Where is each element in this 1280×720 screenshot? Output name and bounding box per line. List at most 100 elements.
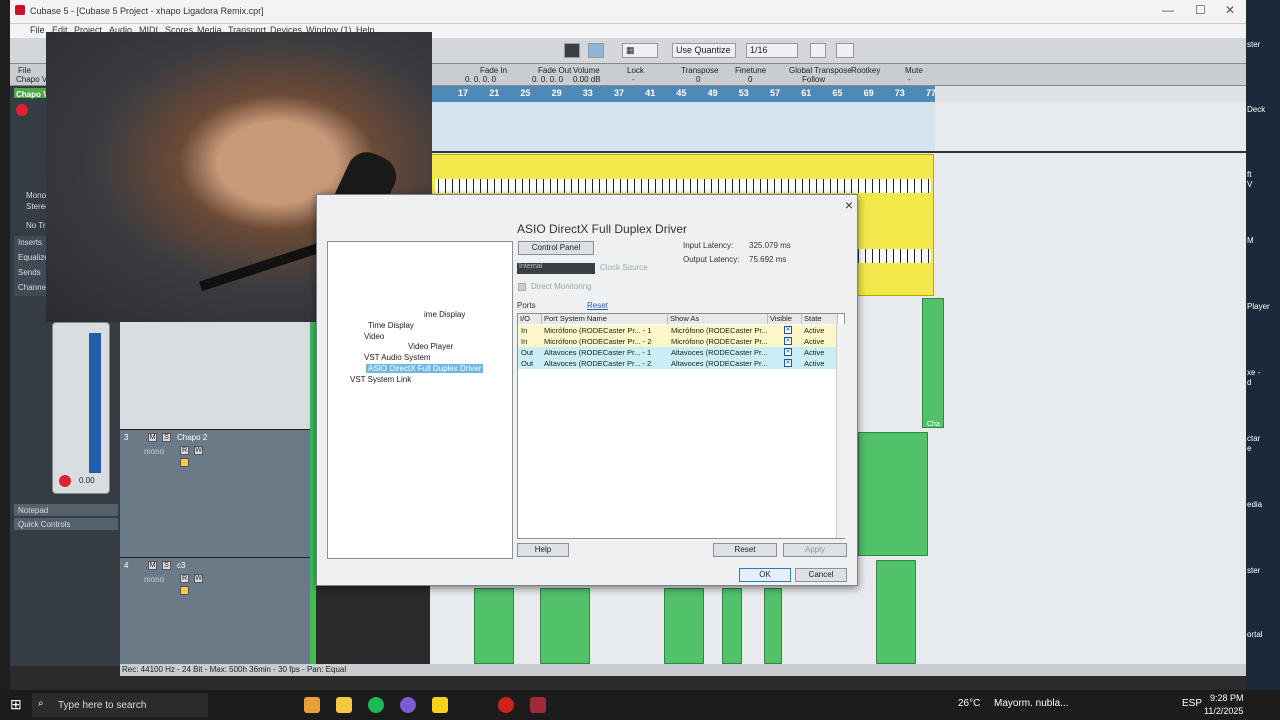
clock-source-select[interactable]: Internal (517, 263, 595, 274)
close-button[interactable]: ✕ (1225, 3, 1235, 17)
audio-event[interactable] (764, 588, 782, 664)
visible-checkbox[interactable]: ✕ (784, 348, 792, 356)
read-automation-button[interactable]: R (180, 574, 189, 583)
audio-event[interactable] (722, 588, 742, 664)
temperature[interactable]: 26°C (958, 698, 980, 709)
ok-button[interactable]: OK (739, 568, 791, 582)
chrome-icon[interactable] (304, 697, 320, 713)
track-header[interactable]: 3 M S Chapo 2 mono R W (120, 430, 316, 558)
table-row[interactable]: Out Altavoces (RODECaster Pr... - 1 Alta… (518, 347, 838, 358)
info-value-global-transpose[interactable]: Follow (802, 75, 825, 84)
tree-item-video-player[interactable]: Video Player (408, 342, 453, 351)
opera-icon[interactable] (498, 697, 514, 713)
file-explorer-icon[interactable] (336, 697, 352, 713)
input-mono[interactable]: Mono (26, 191, 46, 200)
tree-item-video[interactable]: Video (364, 332, 384, 341)
solo-button[interactable]: S (162, 561, 171, 570)
info-value-fadeout[interactable]: 0. 0. 0. 0 (532, 75, 563, 84)
track-name[interactable]: Chapo 2 (177, 433, 207, 442)
quantize-value-select[interactable]: 1/16 (746, 43, 798, 58)
desktop-label: d (1247, 378, 1252, 387)
audio-event[interactable] (876, 560, 916, 664)
record-icon[interactable] (59, 475, 71, 487)
tree-item[interactable]: Time Display (368, 321, 414, 330)
track-name[interactable]: c3 (177, 561, 185, 570)
spotify-icon[interactable] (368, 697, 384, 713)
audio-event[interactable] (858, 432, 928, 556)
lock-icon[interactable] (180, 458, 189, 467)
quick-controls-section[interactable]: Quick Controls (14, 518, 118, 530)
track-header[interactable] (120, 318, 316, 430)
minimize-button[interactable]: — (1162, 3, 1174, 17)
table-row[interactable]: Out Altavoces (RODECaster Pr... - 2 Alta… (518, 358, 838, 369)
no-track-select[interactable]: No Tr (26, 221, 46, 230)
reset-button[interactable]: Reset (713, 543, 777, 557)
cubase-taskbar-icon[interactable] (530, 697, 546, 713)
record-enable-icon[interactable] (16, 104, 28, 116)
mute-button[interactable]: M (148, 561, 157, 570)
audio-event[interactable] (664, 588, 704, 664)
title-bar[interactable]: Cubase 5 - [Cubase 5 Project - xhapo Lig… (10, 0, 1246, 24)
color-palette-icon[interactable] (836, 43, 854, 58)
language-indicator[interactable]: ESP (1182, 698, 1202, 709)
dialog-close-icon[interactable]: × (845, 197, 853, 213)
snap-mode-icon[interactable] (588, 43, 604, 58)
info-value-lock[interactable]: - (632, 75, 635, 84)
audio-event[interactable] (474, 588, 514, 664)
visible-checkbox[interactable]: ✕ (784, 326, 792, 334)
col-visible[interactable]: Visible (768, 314, 802, 324)
channel-section[interactable]: Channel (18, 283, 48, 292)
track-header[interactable]: 4 M S c3 mono R W (120, 558, 316, 666)
info-value-fadein[interactable]: 0. 0. 0. 0 (465, 75, 496, 84)
windows-start-icon[interactable]: ⊞ (10, 696, 22, 713)
quantize-icon[interactable] (810, 43, 826, 58)
quantize-type-select[interactable]: Use Quantize (672, 43, 736, 58)
tree-item-vst-audio-system[interactable]: VST Audio System (364, 353, 431, 362)
ports-scrollbar[interactable] (836, 324, 845, 538)
tree-item-vst-system-link[interactable]: VST System Link (350, 375, 411, 384)
info-value-finetune[interactable]: 0 (748, 75, 752, 84)
col-state[interactable]: State (802, 314, 838, 324)
apply-button[interactable]: Apply (783, 543, 847, 557)
solo-button[interactable]: S (162, 433, 171, 442)
read-automation-button[interactable]: R (180, 446, 189, 455)
taskbar-search[interactable]: ⌕ Type here to search (32, 693, 208, 717)
info-value-name[interactable]: Chapo V (16, 75, 47, 84)
info-value-volume[interactable]: 0.00 dB (573, 75, 601, 84)
help-button[interactable]: Help (517, 543, 569, 557)
direct-monitoring-checkbox[interactable] (518, 283, 526, 291)
grid-icon[interactable]: ▦ (622, 43, 658, 58)
audio-event[interactable] (540, 588, 590, 664)
discord-icon[interactable] (400, 697, 416, 713)
mute-button[interactable]: M (148, 433, 157, 442)
visible-checkbox[interactable]: ✕ (784, 337, 792, 345)
menu-file[interactable]: File (30, 25, 45, 35)
col-show-as[interactable]: Show As (668, 314, 768, 324)
col-port-name[interactable]: Port System Name (542, 314, 668, 324)
visible-checkbox[interactable]: ✕ (784, 359, 792, 367)
lock-icon[interactable] (180, 586, 189, 595)
col-io[interactable]: I/O (518, 314, 542, 324)
maximize-button[interactable]: ☐ (1195, 3, 1206, 17)
cancel-button[interactable]: Cancel (795, 568, 847, 582)
table-row[interactable]: In Micrófono (RODECaster Pr... - 1 Micró… (518, 325, 838, 336)
volume-fader[interactable] (89, 333, 101, 473)
write-automation-button[interactable]: W (194, 446, 203, 455)
audio-event[interactable]: Cha (922, 298, 944, 428)
snap-icon[interactable] (564, 43, 580, 58)
control-panel-button[interactable]: Control Panel (518, 241, 594, 255)
table-row[interactable]: In Micrófono (RODECaster Pr... - 2 Micró… (518, 336, 838, 347)
sends-section[interactable]: Sends (18, 268, 41, 277)
weather-text[interactable]: Mayorm. nubla... (994, 698, 1068, 709)
info-value-transpose[interactable]: 0 (696, 75, 700, 84)
tree-item-asio-driver[interactable]: ASIO DirectX Full Duplex Driver (366, 364, 484, 373)
sticky-notes-icon[interactable] (432, 697, 448, 713)
inserts-section[interactable]: Inserts (18, 238, 42, 247)
clock-time[interactable]: 9:28 PM (1210, 693, 1244, 703)
info-value-mute[interactable]: - (908, 75, 911, 84)
tree-item[interactable]: ime Display (424, 310, 465, 319)
clock-date[interactable]: 11/2/2025 (1204, 706, 1243, 716)
ports-reset-link[interactable]: Reset (587, 301, 608, 310)
notepad-section[interactable]: Notepad (14, 504, 118, 516)
write-automation-button[interactable]: W (194, 574, 203, 583)
